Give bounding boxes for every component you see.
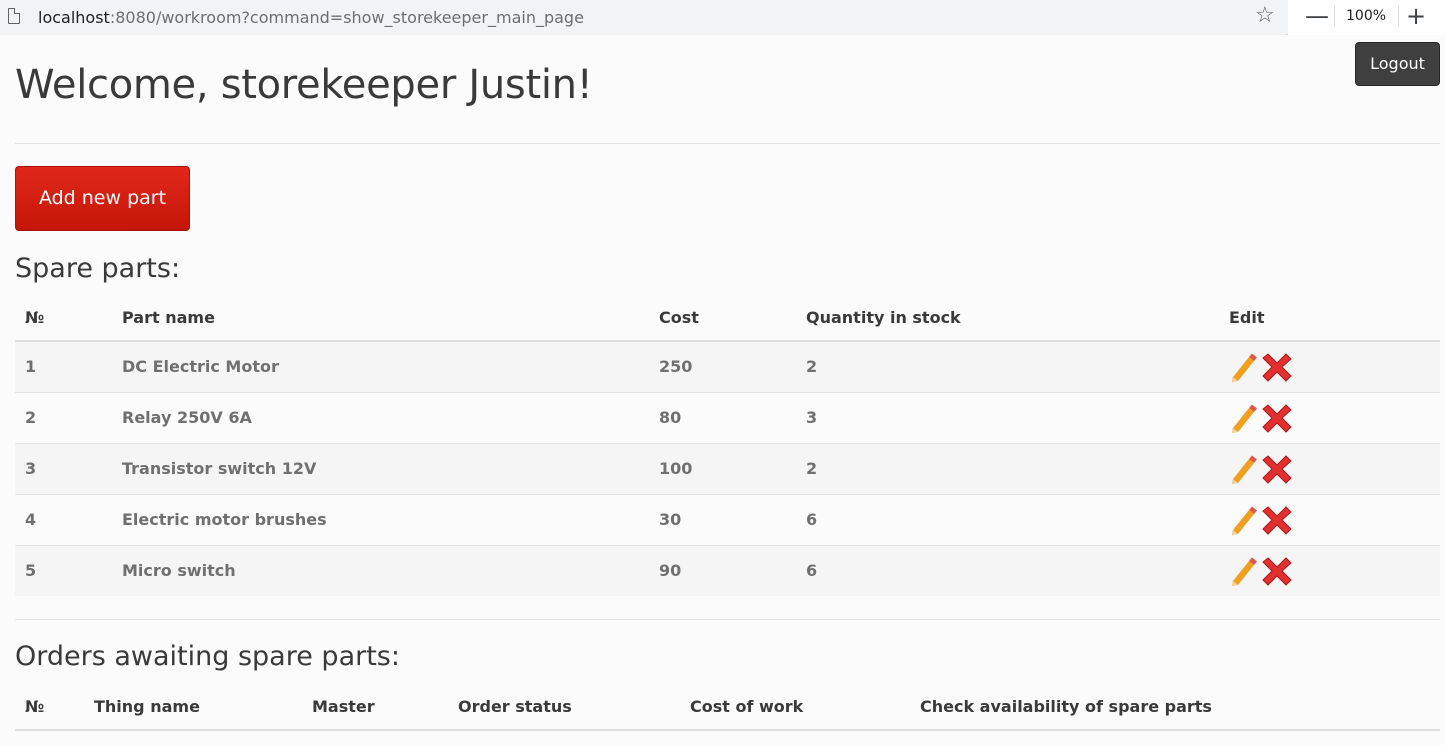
orders-title: Orders awaiting spare parts: (15, 641, 400, 672)
table-header-row: № Part name Cost Quantity in stock Edit (15, 294, 1440, 342)
part-cost: 80 (649, 392, 796, 444)
table-header-row: № Thing name Master Order status Cost of… (15, 683, 1440, 731)
zoom-in-button[interactable]: + (1406, 1, 1426, 31)
table-row: 2 Relay 250V 6A 80 3 (15, 392, 1440, 444)
delete-x-icon[interactable] (1262, 556, 1292, 586)
part-cost: 90 (649, 545, 796, 596)
part-name: Micro switch (112, 545, 649, 596)
column-header-edit: Edit (1219, 294, 1440, 342)
logout-button[interactable]: Logout (1355, 42, 1440, 86)
pencil-icon[interactable] (1229, 556, 1259, 586)
zoom-controls: — 100% + (1288, 0, 1445, 35)
part-number: 1 (15, 341, 112, 393)
part-quantity: 6 (796, 494, 1219, 546)
delete-x-icon[interactable] (1262, 352, 1292, 382)
column-header-master: Master (302, 683, 448, 731)
pencil-icon[interactable] (1229, 403, 1259, 433)
zoom-out-button[interactable]: — (1305, 1, 1329, 31)
delete-x-icon[interactable] (1262, 454, 1292, 484)
part-quantity: 2 (796, 341, 1219, 393)
delete-x-icon[interactable] (1262, 403, 1292, 433)
browser-address-bar: localhost:8080/workroom?command=show_sto… (0, 0, 1445, 35)
zoom-divider (1334, 6, 1335, 26)
column-header-quantity: Quantity in stock (796, 294, 1219, 342)
column-header-check-availability: Check availability of spare parts (910, 683, 1440, 731)
pencil-icon[interactable] (1229, 505, 1259, 535)
column-header-order-status: Order status (448, 683, 680, 731)
column-header-thing-name: Thing name (84, 683, 302, 731)
page-info-icon[interactable] (8, 8, 20, 24)
part-quantity: 2 (796, 443, 1219, 495)
part-cost: 250 (649, 341, 796, 393)
table-row: 1 DC Electric Motor 250 2 (15, 341, 1440, 393)
table-row: 4 Electric motor brushes 30 6 (15, 494, 1440, 546)
url-host: localhost (38, 8, 110, 27)
zoom-level: 100% (1346, 8, 1387, 24)
edit-actions (1219, 494, 1440, 546)
edit-actions (1219, 392, 1440, 444)
part-number: 5 (15, 545, 112, 596)
url-path: :8080/workroom?command=show_storekeeper_… (109, 8, 584, 27)
part-quantity: 3 (796, 392, 1219, 444)
column-header-cost-of-work: Cost of work (680, 683, 910, 731)
part-cost: 30 (649, 494, 796, 546)
part-quantity: 6 (796, 545, 1219, 596)
part-name: Electric motor brushes (112, 494, 649, 546)
table-row: 5 Micro switch 90 6 (15, 545, 1440, 596)
part-cost: 100 (649, 443, 796, 495)
bookmark-star-icon[interactable]: ☆ (1255, 4, 1275, 28)
column-header-number: № (15, 294, 112, 342)
part-number: 4 (15, 494, 112, 546)
part-name: DC Electric Motor (112, 341, 649, 393)
part-name: Transistor switch 12V (112, 443, 649, 495)
spare-parts-title: Spare parts: (15, 253, 181, 284)
edit-actions (1219, 341, 1440, 393)
edit-actions (1219, 443, 1440, 495)
column-header-cost: Cost (649, 294, 796, 342)
url-field[interactable]: localhost:8080/workroom?command=show_sto… (0, 0, 1285, 35)
page-title: Welcome, storekeeper Justin! (15, 62, 593, 108)
part-number: 3 (15, 443, 112, 495)
column-header-number: № (15, 683, 84, 731)
divider (15, 619, 1440, 620)
pencil-icon[interactable] (1229, 352, 1259, 382)
table-row: 3 Transistor switch 12V 100 2 (15, 443, 1440, 495)
url-text[interactable]: localhost:8080/workroom?command=show_sto… (38, 8, 584, 27)
orders-table: № Thing name Master Order status Cost of… (15, 683, 1440, 731)
edit-actions (1219, 545, 1440, 596)
spare-parts-table: № Part name Cost Quantity in stock Edit … (15, 294, 1440, 596)
pencil-icon[interactable] (1229, 454, 1259, 484)
zoom-divider (1398, 6, 1399, 26)
add-new-part-button[interactable]: Add new part (15, 166, 190, 231)
column-header-part-name: Part name (112, 294, 649, 342)
part-name: Relay 250V 6A (112, 392, 649, 444)
delete-x-icon[interactable] (1262, 505, 1292, 535)
part-number: 2 (15, 392, 112, 444)
divider (15, 143, 1440, 144)
